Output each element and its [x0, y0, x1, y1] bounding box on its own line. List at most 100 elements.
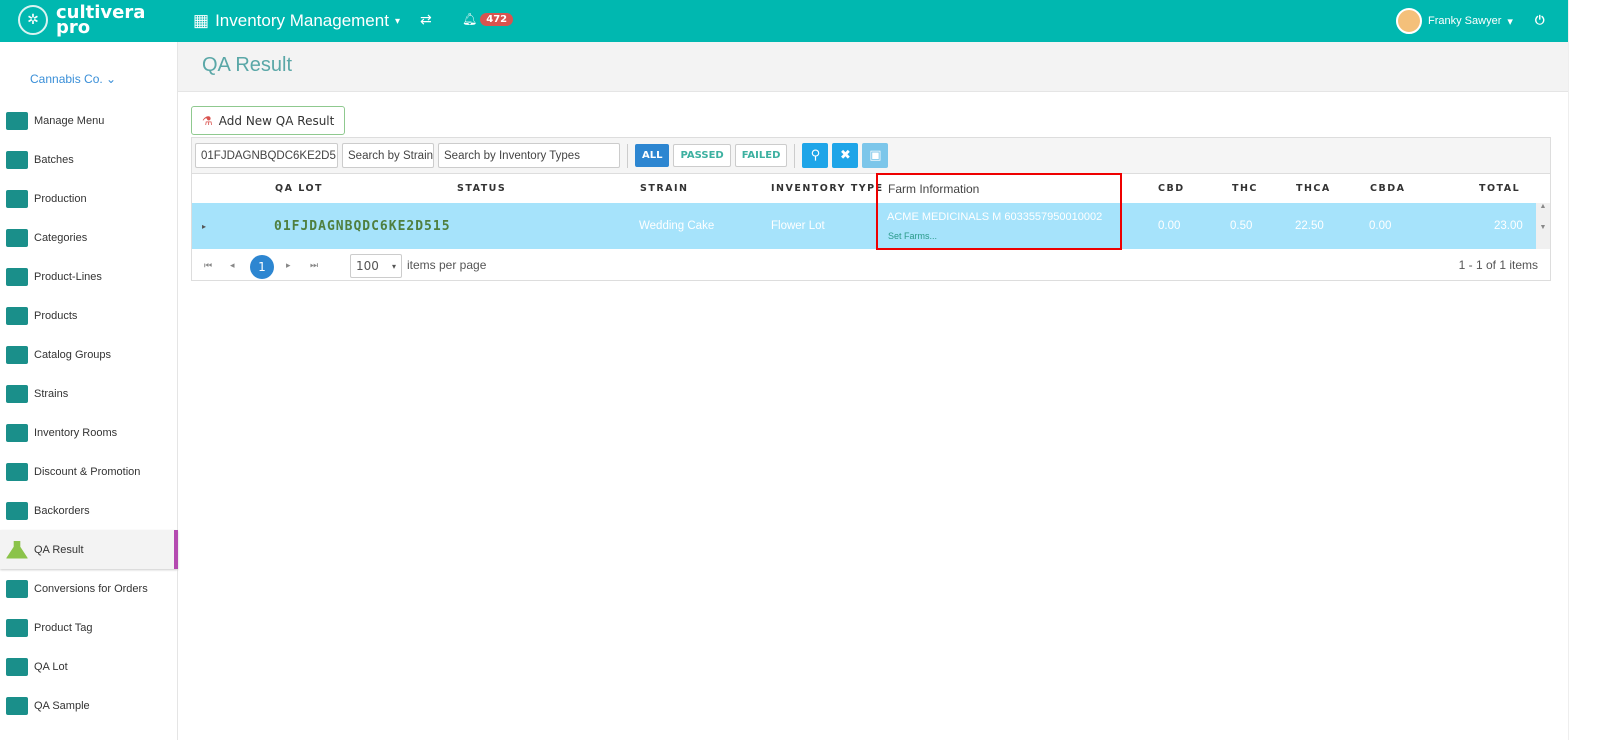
highlight-box — [876, 173, 1122, 250]
nav-icon — [6, 501, 28, 520]
header-strain[interactable]: STRAIN — [640, 183, 688, 194]
sidebar-item-conversions-for-orders[interactable]: Conversions for Orders — [0, 569, 178, 608]
filter-all-button[interactable]: ALL — [635, 144, 670, 167]
sidebar-item-backorders[interactable]: Backorders — [0, 491, 178, 530]
pager: ⏮ ◂ 1 ▸ ⏭ 100 ▾ items per page 1 - 1 of 1… — [192, 249, 1550, 282]
sidebar-item-catalog-groups[interactable]: Catalog Groups — [0, 335, 178, 374]
nav-icon — [6, 345, 28, 364]
sidebar-item-label: Backorders — [34, 504, 90, 517]
logo-icon: ✲ — [18, 5, 48, 35]
module-selector[interactable]: ▦ Inventory Management ▾ — [193, 11, 400, 31]
nav-icon — [6, 579, 28, 598]
company-selector[interactable]: Cannabis Co. ⌄ — [30, 72, 116, 86]
filter-passed-button[interactable]: PASSED — [673, 144, 731, 167]
top-bar: ✲ cultivera pro ▦ Inventory Management ▾ ⇄ … — [0, 0, 1568, 42]
nav-icon — [6, 462, 28, 481]
cbda-cell: 0.00 — [1369, 220, 1392, 232]
sidebar-item-qa-lot[interactable]: QA Lot — [0, 647, 178, 686]
nav-icon — [6, 306, 28, 325]
nav-icon — [6, 696, 28, 715]
page-scrollbar[interactable] — [1568, 0, 1600, 740]
header-total[interactable]: TOTAL — [1479, 183, 1520, 194]
sidebar-item-strains[interactable]: Strains — [0, 374, 178, 413]
sidebar-item-manage-menu[interactable]: Manage Menu — [0, 101, 178, 140]
expand-icon[interactable]: ▸ — [202, 222, 206, 231]
divider — [794, 143, 796, 168]
user-menu[interactable]: Franky Sawyer ▾ — [1396, 8, 1513, 34]
nav-icon — [6, 189, 28, 208]
save-icon[interactable]: ▣ — [862, 143, 889, 168]
sidebar-item-product-lines[interactable]: Product-Lines — [0, 257, 178, 296]
nav-icon — [6, 267, 28, 286]
qa-result-grid: 01FJDAGNBQDC6KE2D5 Search by Strain Sear… — [191, 137, 1551, 281]
sidebar-item-label: Categories — [34, 231, 88, 244]
sidebar-item-label: Catalog Groups — [34, 348, 112, 361]
sidebar-item-categories[interactable]: Categories — [0, 218, 178, 257]
pager-summary: 1 - 1 of 1 items — [1458, 258, 1538, 272]
table-header: QA LOT STATUS STRAIN INVENTORY TYPE Farm… — [192, 174, 1550, 203]
table-row[interactable]: ▸ 01FJDAGNBQDC6KE2D515 Wedding Cake Flow… — [192, 173, 1550, 250]
page-size-select[interactable]: 100 ▾ — [350, 254, 402, 278]
sidebar-item-discount-promotion[interactable]: Discount & Promotion — [0, 452, 178, 491]
nav-icon — [6, 657, 28, 676]
avatar — [1396, 8, 1422, 34]
swap-icon[interactable]: ⇄ — [420, 12, 432, 28]
strain-search-input[interactable]: Search by Strain — [342, 143, 434, 168]
sidebar-item-qa-sample[interactable]: QA Sample — [0, 686, 178, 725]
sidebar-item-label: Product Tag — [34, 621, 93, 634]
sidebar-item-label: QA Lot — [34, 660, 68, 673]
nav-icon — [6, 423, 28, 442]
header-status[interactable]: STATUS — [457, 183, 506, 194]
prev-page-icon[interactable]: ◂ — [230, 261, 235, 271]
search-icon[interactable]: ⚲ — [802, 143, 829, 168]
nav-icon — [6, 540, 28, 559]
flask-icon: ⚗ — [202, 113, 213, 128]
sidebar-item-batches[interactable]: Batches — [0, 140, 178, 179]
caret-down-icon: ▾ — [394, 15, 400, 27]
header-thc[interactable]: THC — [1232, 183, 1258, 194]
header-cbda[interactable]: CBDA — [1370, 183, 1405, 194]
notification-badge: 472 — [480, 12, 514, 26]
nav-icon — [6, 111, 28, 130]
sidebar-item-label: QA Sample — [34, 699, 90, 712]
cbd-cell: 0.00 — [1158, 220, 1181, 232]
nav-icon — [6, 618, 28, 637]
divider — [627, 143, 628, 168]
filter-failed-button[interactable]: FAILED — [734, 144, 788, 167]
sidebar-item-products[interactable]: Products — [0, 296, 178, 335]
last-page-icon[interactable]: ⏭ — [310, 261, 318, 271]
inventory-type-search-input[interactable]: Search by Inventory Types — [438, 143, 620, 168]
logo[interactable]: ✲ cultivera pro — [18, 4, 145, 37]
header-qa-lot[interactable]: QA LOT — [275, 183, 323, 194]
thc-cell: 0.50 — [1230, 220, 1253, 232]
sidebar-item-label: Strains — [34, 387, 69, 400]
sidebar-item-label: Products — [34, 309, 78, 322]
filter-toolbar: 01FJDAGNBQDC6KE2D5 Search by Strain Sear… — [192, 138, 1550, 174]
add-qa-result-button[interactable]: ⚗ Add New QA Result — [191, 106, 346, 135]
bell-icon: 🔔︎ — [462, 12, 478, 26]
sidebar-item-product-tag[interactable]: Product Tag — [0, 608, 178, 647]
current-page[interactable]: 1 — [250, 255, 274, 279]
lot-search-input[interactable]: 01FJDAGNBQDC6KE2D5 — [195, 143, 338, 168]
clear-icon[interactable]: ✖ — [832, 143, 859, 168]
sidebar-item-production[interactable]: Production — [0, 179, 178, 218]
header-thca[interactable]: THCA — [1296, 183, 1331, 194]
sidebar-item-qa-result[interactable]: QA Result — [0, 530, 178, 569]
header-cbd[interactable]: CBD — [1158, 183, 1185, 194]
grid-scrollbar[interactable]: ▲ ▼ — [1536, 203, 1550, 249]
first-page-icon[interactable]: ⏮ — [204, 261, 212, 271]
strain-cell: Wedding Cake — [639, 220, 715, 232]
page-size-value: 100 — [356, 259, 379, 273]
add-button-label: Add New QA Result — [218, 113, 335, 128]
sidebar-item-inventory-rooms[interactable]: Inventory Rooms — [0, 413, 178, 452]
power-icon[interactable]: ⏻ — [1535, 13, 1545, 28]
next-page-icon[interactable]: ▸ — [286, 261, 291, 271]
sidebar-item-label: Product-Lines — [34, 270, 102, 283]
sidebar-item-label: Manage Menu — [34, 114, 105, 127]
notifications-button[interactable]: 🔔︎ 472 — [462, 12, 514, 26]
header-inventory-type[interactable]: INVENTORY TYPE — [771, 183, 884, 194]
sidebar: Cannabis Co. ⌄ Manage Menu Batches Product… — [0, 42, 178, 740]
sidebar-item-label: Discount & Promotion — [34, 465, 141, 478]
qa-lot-cell[interactable]: 01FJDAGNBQDC6KE2D515 — [274, 219, 451, 234]
sidebar-item-label: QA Result — [34, 543, 84, 556]
